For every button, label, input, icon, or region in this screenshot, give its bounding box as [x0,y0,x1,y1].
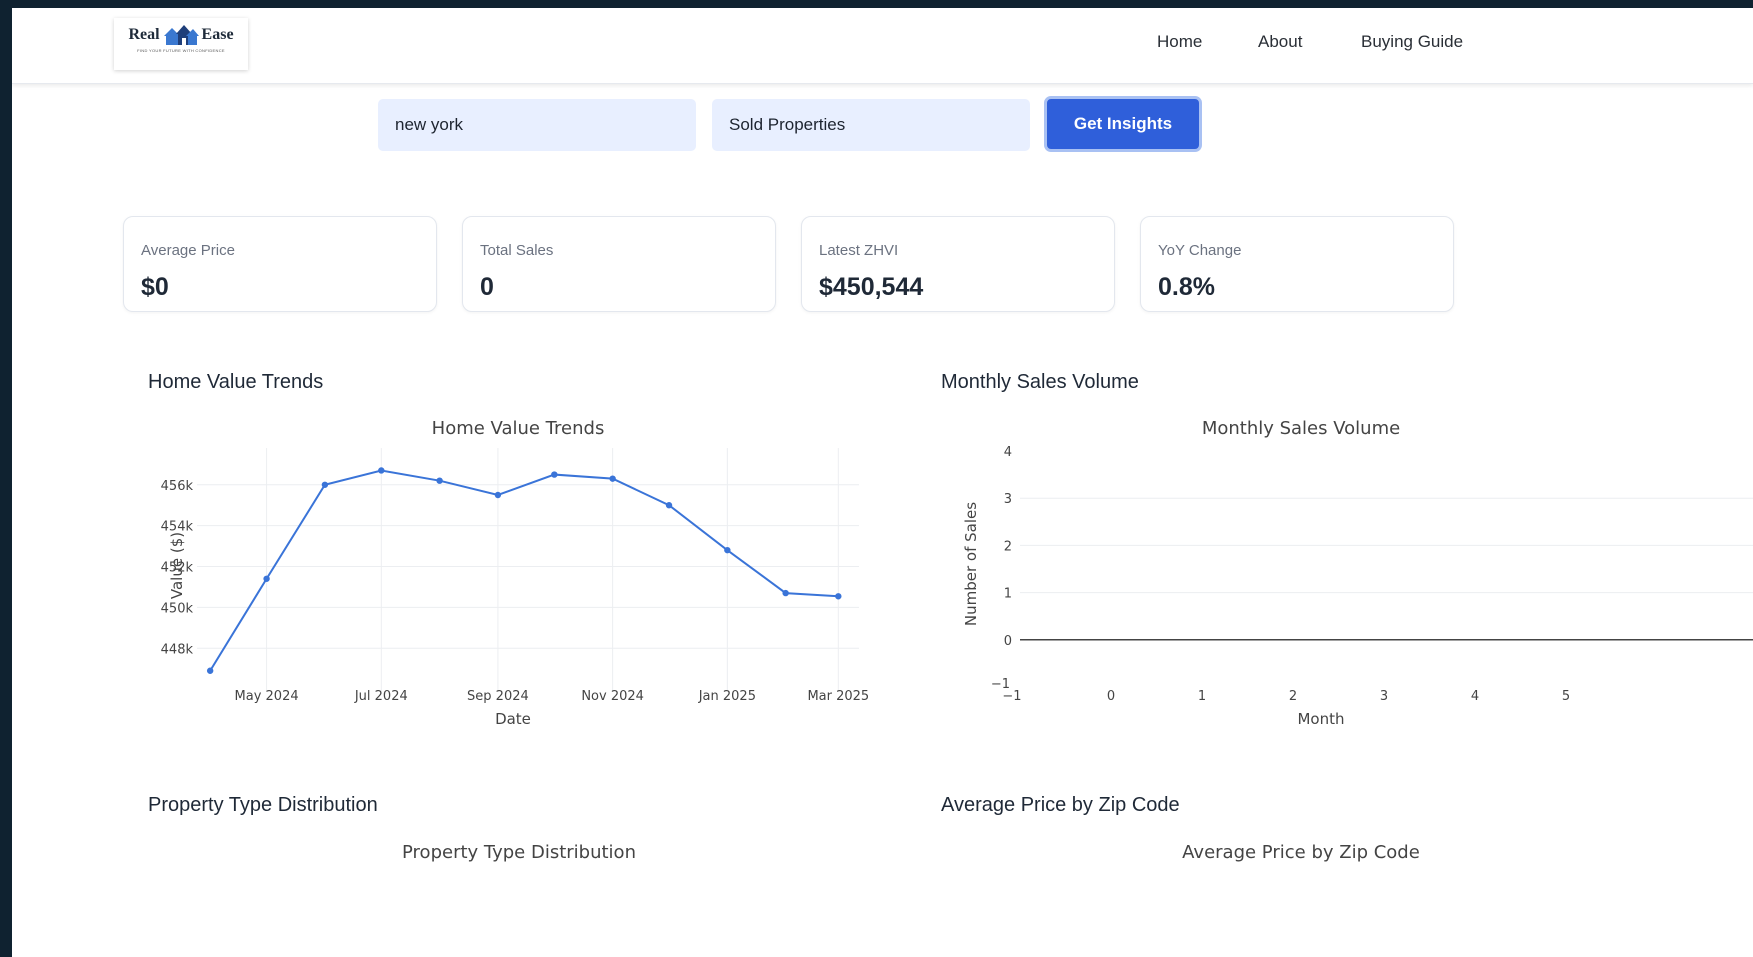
chart-title: Average Price by Zip Code [1182,842,1420,863]
x-tick-label: 3 [1380,689,1388,704]
x-tick-label: 4 [1471,689,1479,704]
avg-price-zip-chart[interactable]: Average Price by Zip Code [941,823,1753,957]
stat-card-average-price: Average Price $0 [123,216,437,312]
data-point [263,575,270,582]
y-tick-label: 448k [161,642,194,657]
stat-value: $0 [141,273,169,301]
stat-label: Average Price [141,242,235,259]
stat-value: 0 [480,273,494,301]
data-point [609,475,616,482]
chart-title: Property Type Distribution [402,842,636,863]
data-point [494,491,502,499]
data-point [835,593,842,600]
home-value-chart[interactable]: Home Value Trends May 2024 Jul 2024 Sep 202… [142,403,870,733]
x-tick-label: −1 [1002,689,1021,704]
x-tick-label: 1 [1198,689,1206,704]
stat-card-yoy-change: YoY Change 0.8% [1140,216,1454,312]
x-tick-label: 2 [1289,689,1297,704]
nav-buying-guide-link[interactable]: Buying Guide [1361,32,1463,52]
top-navbar: Real Ease FIND YOUR FUTURE WITH CONFIDEN… [12,8,1753,84]
avg-price-zip-section-title: Average Price by Zip Code [941,794,1180,816]
data-point [782,589,789,597]
data-point [724,546,731,554]
y-tick-label: 0 [1004,634,1012,649]
y-tick-label: 450k [161,601,194,616]
stat-value: 0.8% [1158,273,1215,301]
y-axis-label: Value ($) [168,532,186,599]
logo-text-right: Ease [201,26,234,43]
data-point [206,667,214,674]
chart-title: Monthly Sales Volume [1202,418,1400,439]
home-value-section-title: Home Value Trends [148,371,324,393]
x-tick-label: May 2024 [235,689,299,704]
x-axis-label: Month [1297,710,1344,728]
data-point [551,471,558,478]
logo-tagline: FIND YOUR FUTURE WITH CONFIDENCE [137,48,225,53]
data-point [436,477,443,484]
data-point [665,502,673,509]
x-axis-label: Date [495,710,531,728]
nav-about-link[interactable]: About [1258,32,1302,52]
x-tick-label: Nov 2024 [581,689,644,704]
app-page: Real Ease FIND YOUR FUTURE WITH CONFIDEN… [12,8,1753,957]
stat-value: $450,544 [819,273,924,301]
y-axis-label: Number of Sales [962,502,980,626]
y-tick-label: 1 [1004,587,1012,602]
x-tick-label: 0 [1107,689,1115,704]
nav-home-link[interactable]: Home [1157,32,1202,52]
monthly-sales-chart[interactable]: Monthly Sales Volume01234−1−1 0 1 2 3 4 5Month… [941,403,1753,733]
x-tick-label: Jul 2024 [354,689,408,704]
x-tick-label: Sep 2024 [467,689,529,704]
house-icon [163,25,199,45]
stat-label: Total Sales [480,242,554,259]
property-type-section-title: Property Type Distribution [148,794,378,816]
stat-card-total-sales: Total Sales 0 [462,216,776,312]
brand-logo[interactable]: Real Ease FIND YOUR FUTURE WITH CONFIDEN… [114,18,248,70]
stat-card-latest-zhvi: Latest ZHVI $450,544 [801,216,1115,312]
data-point [378,467,385,474]
logo-text-left: Real [128,26,160,43]
location-input[interactable] [378,99,696,151]
y-tick-label: 4 [1004,445,1012,460]
y-tick-label: 456k [161,479,194,494]
monthly-sales-section-title: Monthly Sales Volume [941,371,1139,393]
data-point [321,481,329,488]
y-tick-label: 2 [1004,539,1012,554]
property-type-chart[interactable]: Property Type Distribution [142,823,862,957]
x-tick-label: Mar 2025 [807,689,869,704]
chart-title: Home Value Trends [432,418,605,439]
stat-label: Latest ZHVI [819,242,899,259]
y-tick-label: 3 [1004,492,1012,507]
series-line [209,469,839,672]
get-insights-button[interactable]: Get Insights [1044,96,1202,152]
stat-label: YoY Change [1158,242,1242,259]
x-tick-label: 5 [1562,689,1570,704]
x-tick-label: Jan 2025 [698,689,756,704]
property-type-select[interactable] [712,99,1030,151]
